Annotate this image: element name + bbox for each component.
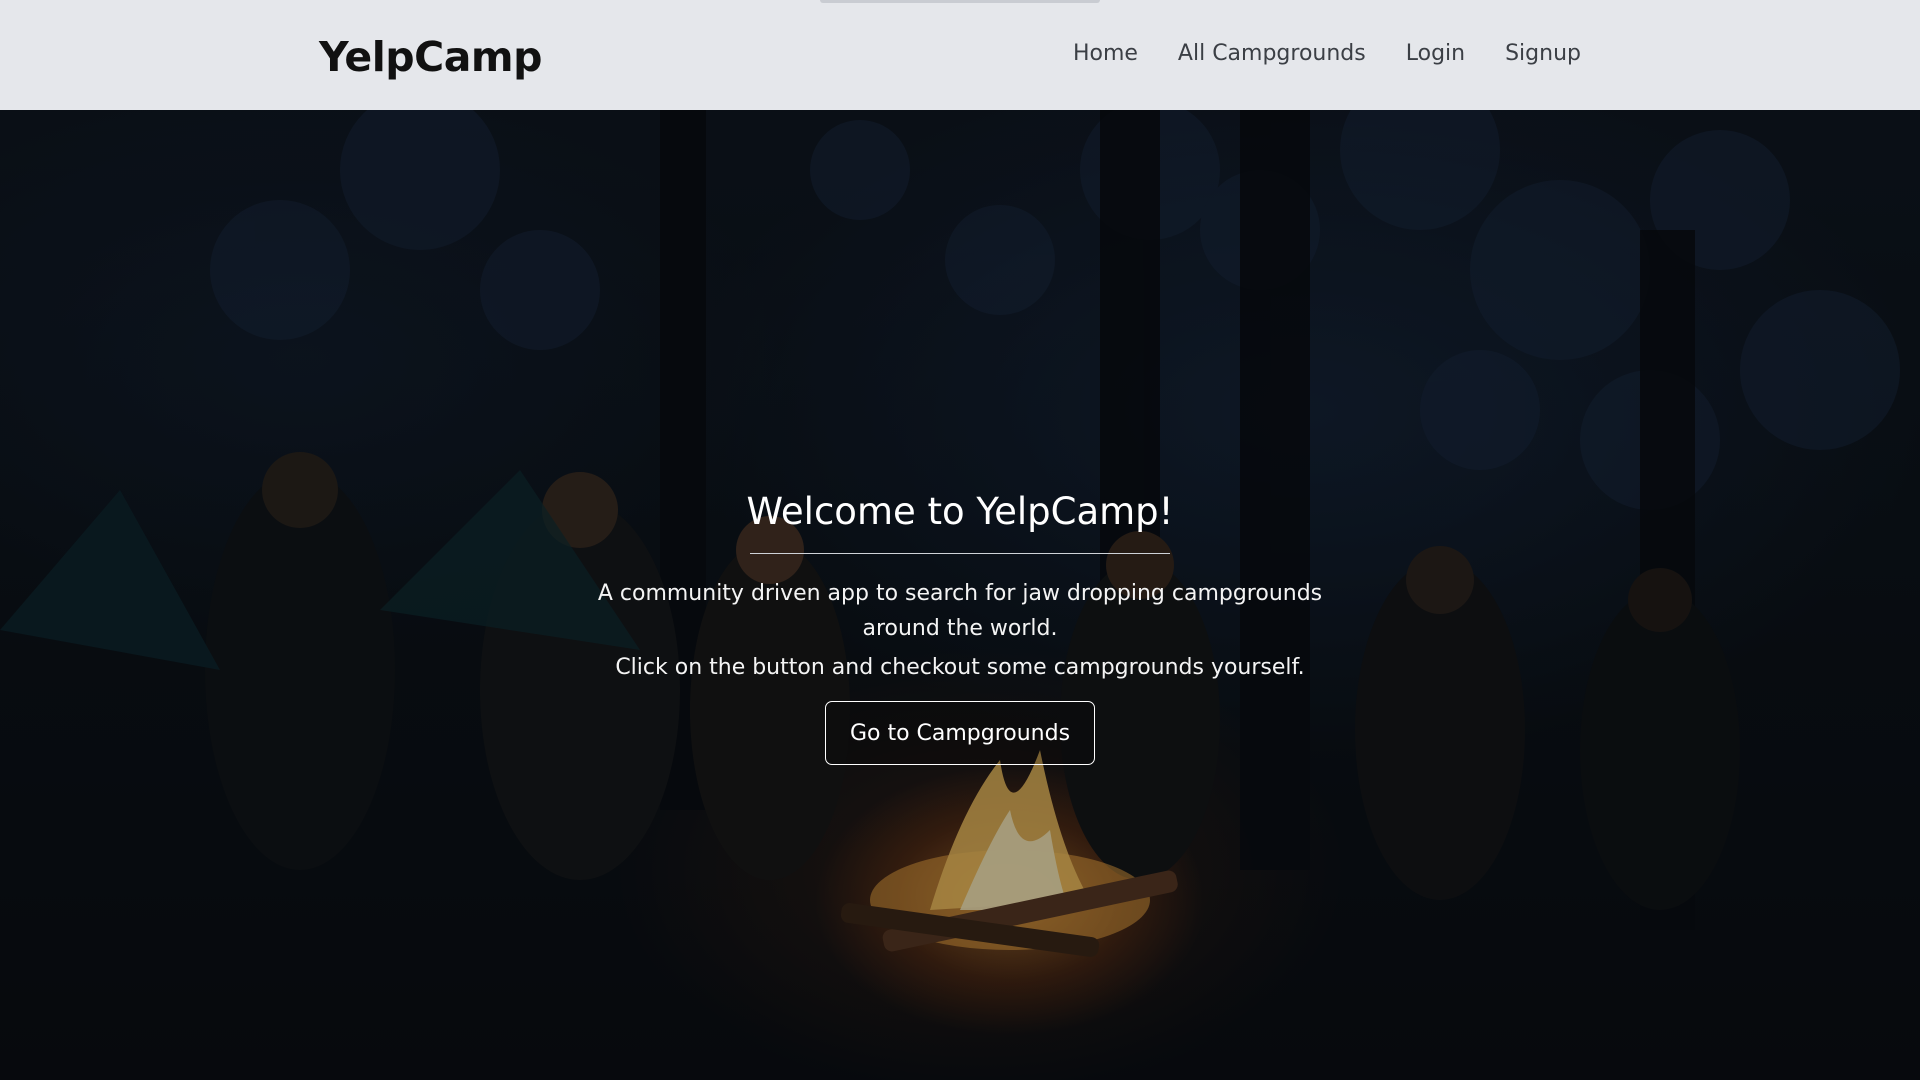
hero-section: Welcome to YelpCamp! A community driven … — [0, 110, 1920, 1080]
go-to-campgrounds-button[interactable]: Go to Campgrounds — [824, 701, 1096, 765]
nav-links: Home All Campgrounds Login Signup — [1073, 41, 1581, 66]
nav-link-signup[interactable]: Signup — [1505, 41, 1581, 66]
nav-link-login[interactable]: Login — [1406, 41, 1465, 66]
hero-lead-text: A community driven app to search for jaw… — [597, 581, 1323, 641]
hero-divider — [750, 553, 1170, 554]
navbar: YelpCamp Home All Campgrounds Login Sign… — [0, 0, 1920, 110]
navbar-container: YelpCamp Home All Campgrounds Login Sign… — [319, 0, 1581, 110]
hero-content: Welcome to YelpCamp! A community driven … — [0, 490, 1920, 765]
hero-title: Welcome to YelpCamp! — [746, 490, 1174, 533]
nav-link-all-campgrounds[interactable]: All Campgrounds — [1178, 41, 1366, 66]
hero-sub-text: Click on the button and checkout some ca… — [615, 655, 1305, 680]
nav-link-home[interactable]: Home — [1073, 41, 1138, 66]
brand-logo[interactable]: YelpCamp — [319, 33, 542, 81]
